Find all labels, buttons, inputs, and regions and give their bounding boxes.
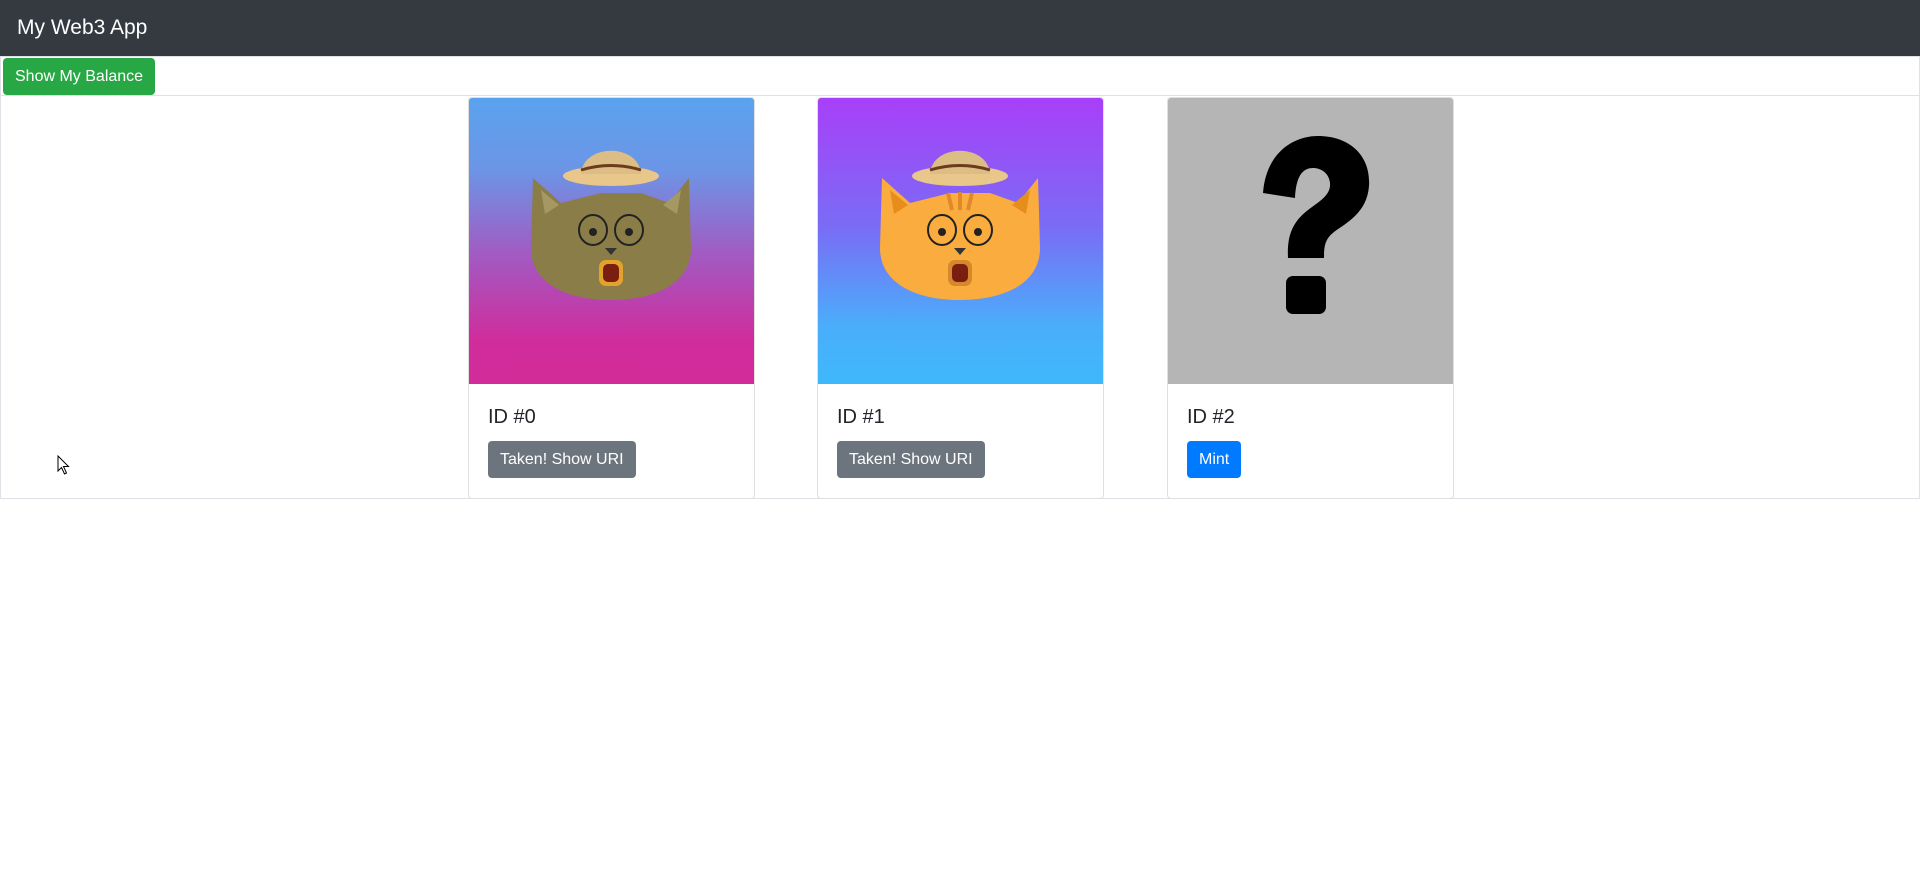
- nft-card: ID #1 Taken! Show URI: [817, 97, 1104, 499]
- card-title: ID #2: [1187, 406, 1235, 428]
- nft-image: [469, 98, 754, 384]
- cowboy-cat-orange-icon: [818, 98, 1103, 384]
- cowboy-cat-brown-icon: [469, 98, 754, 384]
- main-container: Show My Balance ID #0 Taken! Show URI ID…: [0, 56, 1920, 499]
- toolbar: Show My Balance: [1, 57, 1919, 96]
- mint-button[interactable]: Mint: [1187, 441, 1242, 478]
- nft-card: ID #2 Mint: [1167, 97, 1454, 499]
- card-title: ID #0: [488, 406, 536, 428]
- nft-card: ID #0 Taken! Show URI: [468, 97, 755, 499]
- show-uri-button[interactable]: Taken! Show URI: [488, 441, 636, 478]
- card-title: ID #1: [837, 406, 885, 428]
- show-balance-button[interactable]: Show My Balance: [3, 58, 156, 95]
- nft-image-placeholder: [1168, 98, 1453, 384]
- nft-image: [818, 98, 1103, 384]
- navbar: My Web3 App: [0, 0, 1920, 56]
- navbar-brand[interactable]: My Web3 App: [17, 14, 147, 42]
- show-uri-button[interactable]: Taken! Show URI: [837, 441, 985, 478]
- question-mark-icon: [1168, 98, 1453, 384]
- mouse-cursor-icon: [57, 455, 70, 475]
